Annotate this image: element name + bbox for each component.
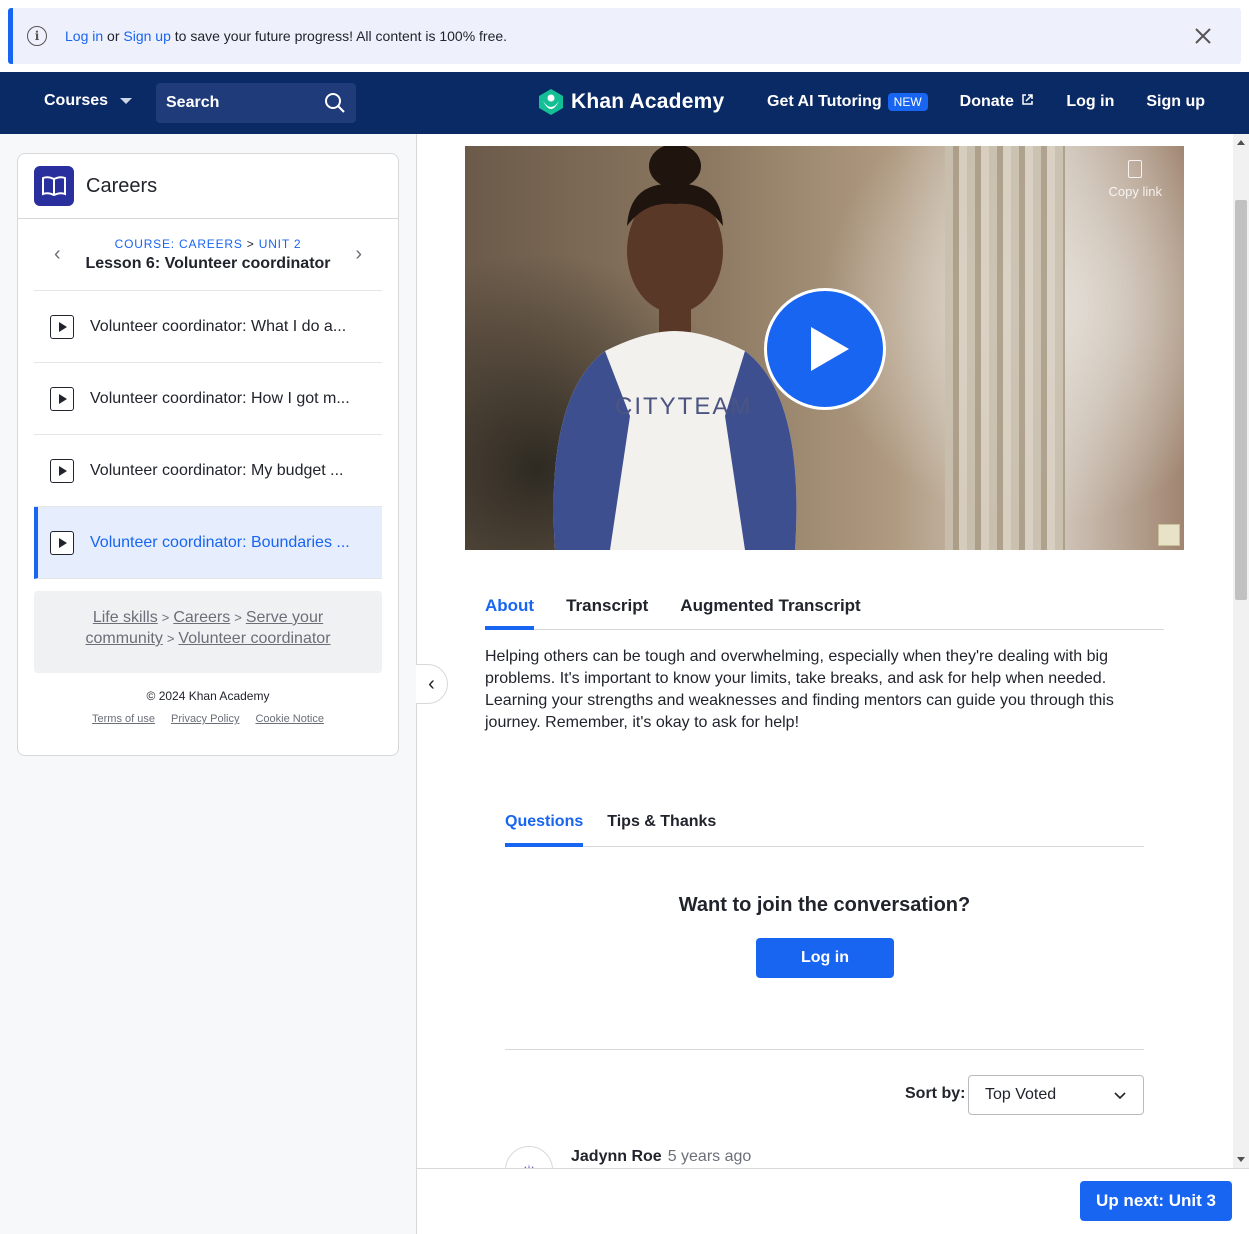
copyright: © 2024 Khan Academy [146, 689, 270, 703]
video-player[interactable]: CITYTEAM Copy link [465, 146, 1184, 550]
play-icon [811, 327, 849, 371]
scrollbar[interactable] [1233, 134, 1249, 1168]
top-nav: Courses Khan Academy Get AI TutoringNEW … [0, 72, 1249, 134]
comment-time: 5 years ago [667, 1148, 752, 1165]
sidebar-header: Careers [18, 154, 398, 219]
collapse-sidebar-button[interactable]: ‹ [416, 664, 448, 704]
nav-login-link[interactable]: Log in [1066, 93, 1114, 111]
comment-author[interactable]: Jadynn Roe [571, 1148, 662, 1165]
path-life-skills[interactable]: Life skills [93, 609, 158, 626]
banner-login-link[interactable]: Log in [65, 28, 103, 44]
copy-icon [1128, 160, 1143, 178]
chevron-down-icon [120, 98, 133, 104]
lesson-breadcrumb: COURSE: CAREERS > UNIT 2 [85, 237, 330, 251]
crumb-unit[interactable]: UNIT 2 [259, 237, 302, 251]
divider [505, 1049, 1144, 1050]
path-separator: > [234, 610, 242, 625]
path-volunteer[interactable]: Volunteer coordinator [178, 630, 330, 647]
path-separator: > [161, 610, 170, 625]
sort-label: Sort by: [905, 1085, 966, 1102]
up-next-button[interactable]: Up next: Unit 3 [1080, 1181, 1232, 1221]
tab-augmented-transcript[interactable]: Augmented Transcript [680, 590, 860, 630]
donate-label: Donate [959, 93, 1014, 110]
courses-label: Courses [44, 92, 109, 109]
book-icon [34, 166, 74, 206]
search-input[interactable] [166, 94, 316, 112]
ai-tutoring-link[interactable]: Get AI Tutoring NEW [767, 93, 928, 111]
tab-tips-thanks[interactable]: Tips & Thanks [607, 806, 716, 847]
logo-text: Khan Academy [571, 90, 725, 113]
cookie-link[interactable]: Cookie Notice [255, 713, 323, 725]
content-tabs: About Transcript Augmented Transcript [485, 590, 1164, 630]
discussion-tabs: Questions Tips & Thanks [505, 806, 1144, 847]
search-icon[interactable] [324, 92, 346, 114]
play-icon [50, 386, 74, 411]
lesson-item[interactable]: Volunteer coordinator: My budget ... [34, 435, 382, 507]
scrollbar-thumb[interactable] [1235, 200, 1247, 600]
tab-about[interactable]: About [485, 590, 535, 630]
join-conversation-prompt: Want to join the conversation? [678, 894, 971, 916]
comment-header: Jadynn Roe 5 years ago [571, 1148, 751, 1166]
sort-value: Top Voted [985, 1086, 1057, 1103]
search-box[interactable] [156, 83, 356, 123]
banner-message: to save your future progress! All conten… [170, 28, 508, 44]
play-icon [50, 530, 74, 555]
course-path: Life skills > Careers > Serve your community… [34, 591, 382, 673]
about-text: Helping others can be tough and overwhel… [485, 648, 1114, 731]
path-careers[interactable]: Careers [173, 609, 230, 626]
tab-transcript[interactable]: Transcript [566, 590, 648, 630]
previous-lesson-icon[interactable]: ‹ [54, 243, 61, 266]
privacy-link[interactable]: Privacy Policy [171, 713, 239, 725]
play-icon [50, 458, 74, 483]
courses-menu-button[interactable]: Courses [44, 92, 133, 110]
terms-link[interactable]: Terms of use [92, 713, 155, 725]
curtain [945, 146, 1065, 550]
lesson-item-label: Volunteer coordinator: Boundaries ... [90, 533, 350, 551]
sort-select[interactable]: Top Voted [968, 1075, 1144, 1115]
play-button[interactable] [764, 288, 886, 410]
nav-signup-link[interactable]: Sign up [1146, 93, 1205, 111]
lesson-title: Lesson 6: Volunteer coordinator [85, 254, 331, 272]
course-sidebar: Careers ‹ COURSE: CAREERS > UNIT 2 Lesso… [17, 153, 399, 756]
path-separator: > [166, 631, 175, 646]
footer-links: Terms of use Privacy Policy Cookie Notic… [18, 713, 398, 725]
crumb-course[interactable]: COURSE: CAREERS [115, 237, 243, 251]
lesson-item-label: Volunteer coordinator: My budget ... [90, 461, 344, 479]
lesson-item[interactable]: Volunteer coordinator: How I got m... [34, 363, 382, 435]
scroll-up-icon[interactable] [1237, 140, 1245, 145]
lesson-navigator: ‹ COURSE: CAREERS > UNIT 2 Lesson 6: Vol… [34, 219, 382, 291]
info-icon: i [27, 26, 47, 46]
lesson-item-label: Volunteer coordinator: What I do a... [90, 317, 347, 335]
scroll-down-icon[interactable] [1237, 1157, 1245, 1162]
external-link-icon [1022, 94, 1034, 105]
crumb-separator: > [242, 236, 259, 251]
discussion-login-button[interactable]: Log in [756, 938, 894, 978]
copy-link-label: Copy link [1108, 184, 1162, 199]
banner-or: or [103, 28, 124, 44]
close-icon[interactable] [1191, 24, 1215, 48]
new-badge: NEW [887, 93, 928, 111]
donate-link[interactable]: Donate [960, 93, 1035, 111]
banner-signup-link[interactable]: Sign up [123, 28, 170, 44]
tree-icon [1158, 524, 1180, 546]
lesson-item-active[interactable]: Volunteer coordinator: Boundaries ... [34, 507, 382, 579]
banner-text: Log in or Sign up to save your future pr… [65, 28, 507, 44]
tab-questions[interactable]: Questions [505, 806, 584, 847]
bottom-bar: Up next: Unit 3 [417, 1168, 1249, 1234]
lesson-item[interactable]: Volunteer coordinator: What I do a... [34, 291, 382, 363]
chevron-down-icon [1114, 1092, 1126, 1100]
lesson-item-label: Volunteer coordinator: How I got m... [90, 389, 350, 407]
play-icon [50, 314, 74, 339]
ai-tutoring-label: Get AI Tutoring [767, 93, 882, 110]
login-banner: i Log in or Sign up to save your future … [8, 8, 1241, 64]
shirt-text: CITYTEAM [615, 393, 752, 420]
course-title[interactable]: Careers [86, 175, 157, 198]
khan-academy-logo[interactable]: Khan Academy [537, 88, 724, 116]
logo-icon [539, 89, 563, 115]
next-lesson-icon[interactable]: › [355, 243, 362, 266]
copy-link-button[interactable]: Copy link [1109, 160, 1162, 199]
